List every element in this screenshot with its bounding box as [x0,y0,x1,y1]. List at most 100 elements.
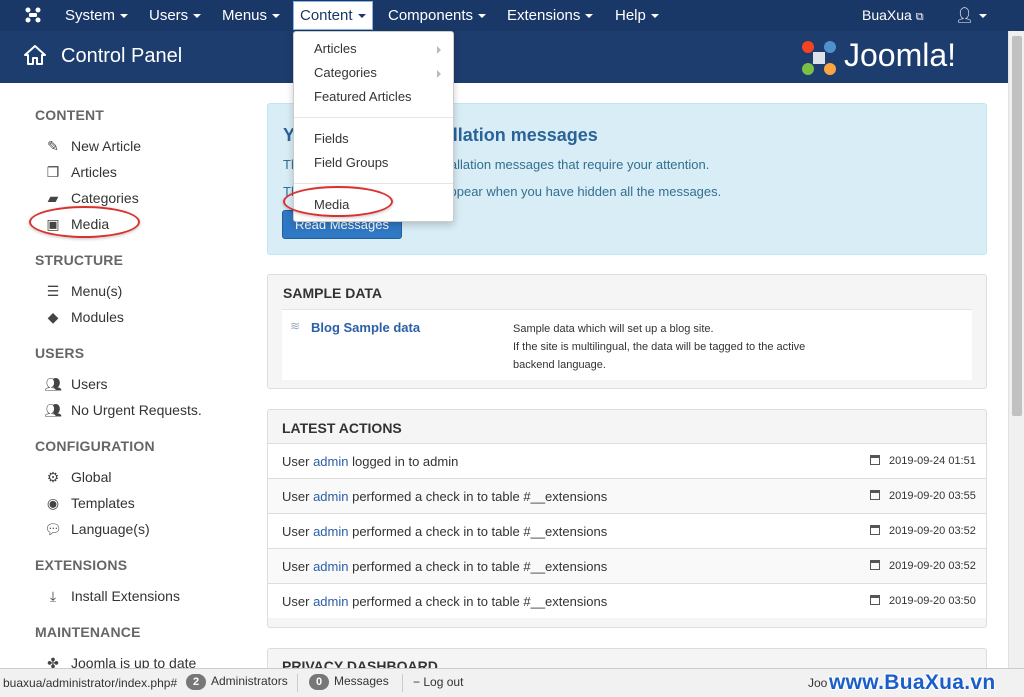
menu-content[interactable]: Content [293,1,373,30]
menu-menus[interactable]: Menus [222,0,281,31]
section-title-extensions: EXTENSIONS [35,557,128,573]
user-link[interactable]: admin [313,524,348,539]
copy-icon: ❐ [46,164,60,180]
table-row: User admin performed a check in to table… [268,513,986,548]
section-title-maintenance: MAINTENANCE [35,624,141,640]
admins-count-badge: 2 [186,674,206,690]
sidebar-item-languages[interactable]: 💬︎ Language(s) [44,521,150,538]
chevron-right-icon [437,70,441,78]
brand-name: Joomla! [844,37,957,73]
sample-data-description: Sample data which will set up a blog sit… [513,323,806,371]
user-link[interactable]: admin [313,454,348,469]
page-header: Control Panel Joomla! [0,31,1008,83]
sidebar-item-global[interactable]: ⚙ Global [44,469,112,486]
menu-system[interactable]: System [65,0,129,31]
status-url: buaxua/administrator/index.php# [3,676,178,690]
logout-link[interactable]: − Log out [413,675,463,689]
sidebar-item-categories[interactable]: ▰ Categories [44,190,139,207]
sample-data-heading: SAMPLE DATA [283,285,383,301]
latest-actions-heading: LATEST ACTIONS [282,420,402,436]
messages-count-badge: 0 [309,674,329,690]
status-divider [297,674,298,692]
sidebar-item-users[interactable]: 👥︎ Users [44,376,107,393]
site-link[interactable]: BuaXua ⧉ [862,0,924,31]
calendar-icon [870,455,880,465]
cube-icon: ◆ [47,309,59,325]
sidebar-item-modules[interactable]: ◆ Modules [44,309,124,326]
calendar-icon [870,595,880,605]
menu-help[interactable]: Help [615,0,659,31]
blog-sample-data-link[interactable]: Blog Sample data [311,320,420,335]
caret-down-icon [650,14,659,19]
dropdown-item-fields[interactable]: Fields [314,131,349,146]
footer-partial-text: Joo [808,676,828,690]
administrators-status[interactable]: 2 Administrators [186,674,288,690]
status-bar: buaxua/administrator/index.php# 2 Adminis… [0,668,1024,697]
sidebar-item-install-extensions[interactable]: ⤓ Install Extensions [44,588,180,605]
calendar-icon [870,490,880,500]
page-title: Control Panel [61,45,183,67]
scrollbar-thumb[interactable] [1012,36,1022,416]
caret-down-icon [585,14,594,19]
messages-status[interactable]: 0 Messages [309,674,389,690]
highlight-circle-media-sidebar [29,206,140,238]
section-title-content: CONTENT [35,107,105,123]
top-nav-bar: System Users Menus Content Components Ex… [0,0,1024,31]
dropdown-item-field-groups[interactable]: Field Groups [314,155,388,170]
caret-down-icon [357,14,366,19]
folder-icon: ▰ [47,190,59,206]
sidebar-item-menus[interactable]: ☰ Menu(s) [44,283,123,300]
user-link[interactable]: admin [313,489,348,504]
joomla-logo-icon[interactable] [24,0,42,31]
section-title-configuration: CONFIGURATION [35,438,155,454]
joomla-brand-icon [802,41,836,75]
sidebar-item-privacy-requests[interactable]: 👥︎ No Urgent Requests. [44,402,202,419]
menu-components[interactable]: Components [388,0,487,31]
chevron-right-icon [437,46,441,54]
table-row: User admin performed a check in to table… [268,478,986,513]
download-icon: ⤓ [49,588,57,604]
calendar-icon [870,560,880,570]
logout-icon: − [413,675,421,689]
table-row: User admin performed a check in to table… [268,583,986,618]
dropdown-item-articles[interactable]: Articles [314,41,357,56]
gear-icon: ⚙ [46,469,60,485]
caret-down-icon [478,14,487,19]
table-row: User admin logged in to admin 2019-09-24 … [268,443,986,478]
sample-data-row: ≋ Blog Sample data Sample data which wil… [282,309,972,380]
sidebar-item-articles[interactable]: ❐ Articles [44,164,117,181]
user-link[interactable]: admin [313,594,348,609]
sidebar-item-templates[interactable]: ◉ Templates [44,495,135,512]
users-icon: 👥︎ [44,402,62,418]
dropdown-divider [294,183,453,184]
user-link[interactable]: admin [313,559,348,574]
calendar-icon [870,525,880,535]
menu-extensions[interactable]: Extensions [507,0,594,31]
dropdown-item-featured-articles[interactable]: Featured Articles [314,89,412,104]
status-divider [402,674,403,692]
menu-users[interactable]: Users [149,0,202,31]
caret-down-icon [193,14,202,19]
dropdown-item-categories[interactable]: Categories [314,65,377,80]
eye-icon: ◉ [46,495,60,511]
users-icon: 👥︎ [44,376,62,392]
home-icon [24,45,46,65]
list-icon: ☰ [46,283,60,299]
wifi-icon: ≋ [290,319,301,333]
sample-data-panel: SAMPLE DATA ≋ Blog Sample data Sample da… [267,274,987,389]
user-icon: 👤︎ [955,7,975,24]
pencil-icon: ✎ [47,138,59,154]
user-menu[interactable]: 👤︎ [955,0,988,31]
section-title-users: USERS [35,345,85,361]
external-link-icon: ⧉ [915,11,924,23]
watermark: www.BuaXua.vn [829,671,996,694]
highlight-circle-media-dropdown [283,186,393,217]
table-row: User admin performed a check in to table… [268,548,986,583]
caret-down-icon [120,14,129,19]
caret-down-icon [979,14,988,19]
vertical-scrollbar[interactable] [1008,31,1024,668]
caret-down-icon [272,14,281,19]
comments-icon: 💬︎ [44,521,62,537]
section-title-structure: STRUCTURE [35,252,124,268]
sidebar-item-new-article[interactable]: ✎ New Article [44,138,141,155]
